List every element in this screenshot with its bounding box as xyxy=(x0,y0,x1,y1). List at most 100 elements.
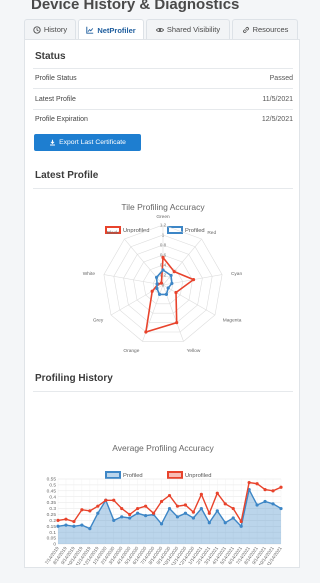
data-point xyxy=(80,508,84,512)
y-tick-label: 0.2 xyxy=(49,518,56,524)
data-point xyxy=(223,502,227,506)
data-point xyxy=(151,511,156,515)
link-icon xyxy=(242,26,249,33)
chart-title: Average Profiling Accuracy xyxy=(112,443,214,453)
radar-category-label: Grey xyxy=(93,318,104,324)
radar-point xyxy=(155,282,159,286)
data-point xyxy=(144,504,148,508)
y-tick-label: 0.25 xyxy=(47,512,57,518)
eye-icon xyxy=(155,27,164,32)
legend-swatch xyxy=(105,471,121,479)
tab-netprofiler-label: NetProfiler xyxy=(97,25,136,35)
status-row-profile-status: Profile Status Passed xyxy=(35,68,293,88)
latest-profile-title: Latest Profile xyxy=(35,170,99,181)
radar-point xyxy=(191,278,196,282)
radar-spoke xyxy=(162,238,202,286)
page-title: Device History & Diagnostics xyxy=(31,0,240,13)
radar-category-label: Cyan xyxy=(231,271,243,277)
radar-point xyxy=(157,292,162,296)
status-title: Status xyxy=(35,51,66,62)
data-point xyxy=(271,489,275,493)
radar-spoke xyxy=(110,284,164,316)
export-button-label: Export Last Certificate xyxy=(59,139,126,146)
data-point xyxy=(191,510,195,514)
radar-point xyxy=(161,255,165,260)
radar-category-label: Yellow xyxy=(187,348,201,354)
clock-icon xyxy=(33,25,41,34)
row-value: 11/5/2021 xyxy=(262,95,293,103)
data-point xyxy=(159,499,164,504)
tab-history[interactable]: History xyxy=(24,19,76,39)
radar-point xyxy=(155,286,159,291)
download-icon xyxy=(50,139,56,146)
area-chart: Average Profiling Accuracy Profiled Unprof… xyxy=(44,443,283,565)
data-point xyxy=(279,485,283,489)
data-point xyxy=(120,506,124,511)
data-point xyxy=(112,498,116,502)
data-point xyxy=(183,503,188,507)
y-tick-label: 0.5 xyxy=(49,483,56,489)
radar-point xyxy=(159,281,163,285)
data-point xyxy=(247,480,251,485)
radar-point xyxy=(161,268,165,272)
divider xyxy=(33,391,293,392)
tab-netprofiler[interactable]: NetProfiler xyxy=(78,19,144,40)
radar-point xyxy=(169,273,173,278)
radar-category-label: Green xyxy=(156,214,170,220)
divider xyxy=(33,188,293,189)
data-point xyxy=(72,519,76,524)
data-point xyxy=(104,498,108,502)
radar-point xyxy=(154,275,159,279)
legend-label: Unprofiled xyxy=(185,473,211,479)
data-point xyxy=(231,506,235,511)
radar-category-label: White xyxy=(83,271,96,277)
data-point xyxy=(255,482,259,486)
tab-shared-visibility-label: Shared Visibility xyxy=(166,25,221,34)
tab-shared-visibility[interactable]: Shared Visibility xyxy=(146,19,230,39)
row-label: Latest Profile xyxy=(35,95,76,103)
radar-spoke xyxy=(162,284,216,316)
data-point xyxy=(263,488,267,492)
chart-icon xyxy=(86,26,94,34)
radar-chart: Tile Profiling Accuracy Unprofiled Profile… xyxy=(83,202,243,354)
data-point xyxy=(64,517,68,521)
radar-point xyxy=(150,289,154,293)
radar-category-label: Black xyxy=(107,230,119,236)
y-tick-label: 0.4 xyxy=(49,494,56,500)
radar-tick-label: 0.8 xyxy=(160,243,167,248)
tab-history-label: History xyxy=(43,25,68,34)
radar-tick-label: 1 xyxy=(162,233,165,238)
y-tick-label: 0.15 xyxy=(47,524,57,530)
data-point xyxy=(199,492,203,496)
netprofiler-panel: Status Profile Status Passed Latest Prof… xyxy=(24,39,300,568)
data-point xyxy=(128,512,132,517)
legend-label: Profiled xyxy=(185,228,205,234)
legend-swatch xyxy=(167,471,183,479)
data-point xyxy=(215,491,219,495)
y-tick-label: 0.55 xyxy=(47,477,57,483)
tab-bar: History NetProfiler Shared Visibility Re… xyxy=(24,19,300,40)
data-point xyxy=(175,504,180,508)
radar-point xyxy=(166,286,170,290)
radar-point xyxy=(172,269,176,274)
data-point xyxy=(136,506,140,511)
legend-swatch xyxy=(167,226,183,234)
radar-point xyxy=(164,292,169,296)
data-point xyxy=(96,504,100,508)
tab-resources[interactable]: Resources xyxy=(232,19,298,39)
radar-category-label: Orange xyxy=(123,348,139,354)
radar-point xyxy=(174,290,178,295)
radar-spoke xyxy=(103,274,164,286)
radar-category-label: Magenta xyxy=(223,318,242,324)
y-tick-label: 0.45 xyxy=(47,488,57,494)
data-point xyxy=(56,518,60,522)
y-tick-label: 0.3 xyxy=(49,506,56,512)
legend-label: Profiled xyxy=(123,473,143,479)
status-row-latest-profile: Latest Profile 11/5/2021 xyxy=(35,89,293,109)
export-certificate-button[interactable]: Export Last Certificate xyxy=(34,134,141,151)
row-label: Profile Expiration xyxy=(35,115,88,123)
radar-tick-label: 1.2 xyxy=(160,223,167,228)
row-label: Profile Status xyxy=(35,74,77,82)
row-value: 12/5/2021 xyxy=(261,115,293,123)
row-value: Passed xyxy=(269,74,293,82)
